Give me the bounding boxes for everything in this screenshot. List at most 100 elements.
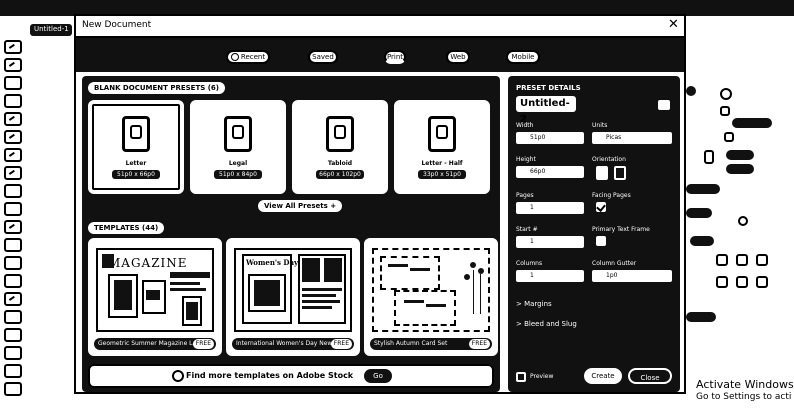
create-button[interactable]: Create	[584, 368, 622, 384]
landscape-orientation-icon[interactable]	[614, 166, 626, 180]
tab-saved[interactable]: Saved	[308, 50, 338, 64]
height-label: Height	[516, 156, 536, 163]
eyedropper-tool-icon[interactable]	[4, 292, 22, 306]
preview-mode-icon[interactable]	[4, 382, 22, 396]
page-tool-icon[interactable]	[4, 76, 22, 90]
selection-tool-icon[interactable]	[4, 40, 22, 54]
preset-size: 33p0 x 51p0	[418, 170, 466, 179]
pencil-tool-icon[interactable]	[4, 166, 22, 180]
pages-icon[interactable]	[720, 106, 730, 116]
preset-details-heading: PRESET DETAILS	[516, 84, 581, 92]
activation-watermark-sub: Go to Settings to activate Windows.	[696, 392, 792, 402]
panel-collapse-icon[interactable]	[686, 86, 696, 96]
tab-web[interactable]: Web	[446, 50, 470, 64]
facing-pages-checkbox[interactable]	[596, 202, 606, 212]
distribute-icon[interactable]	[716, 276, 728, 288]
portrait-orientation-icon[interactable]	[596, 166, 608, 180]
layers-icon[interactable]	[724, 132, 734, 142]
stock-search-text: Find more templates on Adobe Stock	[186, 371, 354, 380]
align-icon[interactable]	[736, 254, 748, 266]
dialog-titlebar: New Document ✕	[76, 16, 684, 38]
panel-tab[interactable]	[726, 164, 754, 174]
height-field[interactable]: 66p0	[516, 166, 584, 178]
pages-label: Pages	[516, 192, 534, 199]
close-button[interactable]: Close	[628, 368, 672, 384]
thumbnail-heading: Women's Day	[246, 258, 299, 267]
tab-mobile[interactable]: Mobile	[506, 50, 540, 64]
free-badge: FREE	[330, 339, 352, 349]
template-geometric-magazine[interactable]: MAGAZINE Geometric Summer Magazine La...…	[88, 238, 222, 356]
distribute-icon[interactable]	[736, 276, 748, 288]
width-field[interactable]: 51p0	[516, 132, 584, 144]
preset-letter-half[interactable]: Letter - Half 33p0 x 51p0	[394, 100, 490, 194]
distribute-icon[interactable]	[756, 276, 768, 288]
links-icon[interactable]	[704, 150, 714, 164]
direct-selection-tool-icon[interactable]	[4, 58, 22, 72]
template-womens-day-newsletter[interactable]: Women's Day International Women's Day Ne…	[226, 238, 360, 356]
margins-toggle[interactable]: > Margins	[516, 300, 552, 308]
document-icon	[326, 116, 354, 152]
view-all-presets-button[interactable]: View All Presets +	[258, 200, 343, 212]
blank-presets-count: (6)	[207, 84, 219, 92]
panel-tab[interactable]	[726, 150, 754, 160]
units-select[interactable]: Picas	[592, 132, 672, 144]
search-icon	[172, 370, 184, 382]
preset-size: 51p0 x 66p0	[112, 170, 160, 179]
tab-print[interactable]: Print	[384, 50, 406, 64]
preset-letter[interactable]: Letter 51p0 x 66p0	[88, 100, 184, 194]
panel-tab[interactable]	[732, 118, 772, 128]
gap-tool-icon[interactable]	[4, 94, 22, 108]
adobe-stock-search: Find more templates on Adobe Stock Go	[88, 364, 494, 388]
document-tab-label: Untitled-1	[34, 25, 69, 33]
tab-recent[interactable]: Recent	[226, 50, 270, 64]
thumbnail-heading: MAGAZINE	[108, 256, 188, 270]
templates-count: (44)	[142, 224, 159, 232]
note-tool-icon[interactable]	[4, 274, 22, 288]
primary-text-frame-checkbox[interactable]	[596, 236, 606, 246]
go-button[interactable]: Go	[364, 369, 392, 383]
align-icon[interactable]	[756, 254, 768, 266]
rectangle-tool-icon[interactable]	[4, 202, 22, 216]
template-autumn-card-set[interactable]: Stylish Autumn Card Set FREE	[364, 238, 498, 356]
new-document-dialog: New Document ✕ Recent Saved Print Web Mo…	[74, 14, 686, 394]
panel-tab[interactable]	[686, 208, 712, 218]
adjust-icon[interactable]	[738, 216, 748, 226]
document-name-field[interactable]: Untitled-2	[516, 96, 576, 125]
panel-tab[interactable]	[690, 236, 714, 246]
hand-tool-icon[interactable]	[4, 310, 22, 324]
free-transform-tool-icon[interactable]	[4, 238, 22, 252]
preset-tabloid[interactable]: Tabloid 66p0 x 102p0	[292, 100, 388, 194]
units-label: Units	[592, 122, 608, 129]
panel-tab[interactable]	[686, 312, 716, 322]
pen-tool-icon[interactable]	[4, 148, 22, 162]
template-thumbnail: Women's Day	[234, 248, 352, 332]
close-icon[interactable]: ✕	[668, 17, 679, 33]
bleed-slug-toggle[interactable]: > Bleed and Slug	[516, 320, 577, 328]
panel-tab[interactable]	[686, 184, 720, 194]
rectangle-frame-tool-icon[interactable]	[4, 184, 22, 198]
scissors-tool-icon[interactable]	[4, 220, 22, 234]
type-tool-icon[interactable]	[4, 112, 22, 126]
preset-name: Legal	[228, 160, 248, 167]
start-page-field[interactable]: 1	[516, 236, 584, 248]
save-preset-icon[interactable]	[658, 100, 670, 110]
preset-details-panel: PRESET DETAILS Untitled-2 Width 51p0 Uni…	[508, 76, 680, 392]
tools-panel	[4, 40, 24, 400]
document-tab[interactable]: Untitled-1	[30, 24, 72, 36]
zoom-tool-icon[interactable]	[4, 328, 22, 342]
properties-icon[interactable]	[720, 88, 732, 100]
align-icon[interactable]	[716, 254, 728, 266]
document-icon	[122, 116, 150, 152]
columns-field[interactable]: 1	[516, 270, 584, 282]
column-gutter-field[interactable]: 1p0	[592, 270, 672, 282]
pages-field[interactable]: 1	[516, 202, 584, 214]
fill-stroke-icon[interactable]	[4, 346, 22, 360]
free-badge: FREE	[468, 339, 490, 349]
free-badge: FREE	[192, 339, 214, 349]
screen-mode-icon[interactable]	[4, 364, 22, 378]
preset-legal[interactable]: Legal 51p0 x 84p0	[190, 100, 286, 194]
line-tool-icon[interactable]	[4, 130, 22, 144]
document-icon	[224, 116, 252, 152]
preview-checkbox[interactable]	[516, 372, 526, 382]
gradient-tool-icon[interactable]	[4, 256, 22, 270]
